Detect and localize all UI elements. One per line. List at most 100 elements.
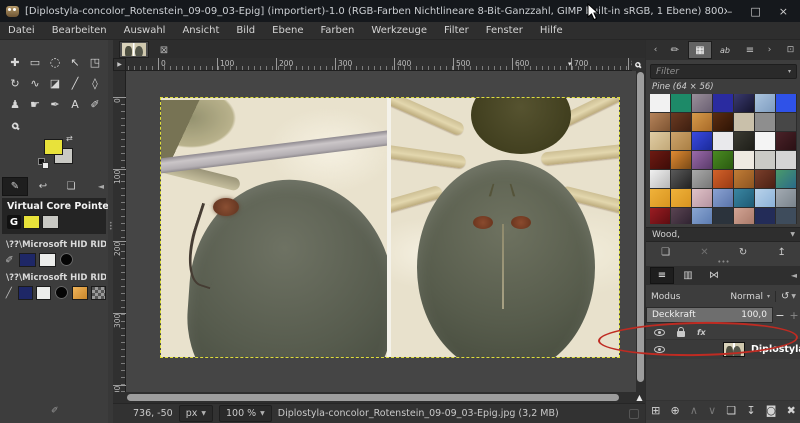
pattern-swatch[interactable] xyxy=(776,208,796,224)
pattern-swatch[interactable] xyxy=(671,208,691,224)
rectangle-select-tool[interactable]: ▭ xyxy=(25,52,45,72)
pattern-swatch[interactable] xyxy=(72,286,87,300)
pattern-swatch[interactable] xyxy=(734,189,754,207)
menu-item[interactable]: Filter xyxy=(444,25,469,36)
pattern-swatch[interactable] xyxy=(692,132,712,150)
tab-tool-options[interactable]: ✎ xyxy=(2,177,28,196)
layer-mask-button[interactable]: ◙ xyxy=(766,404,777,417)
maximize-button[interactable]: □ xyxy=(750,5,760,18)
menu-item[interactable]: Bearbeiten xyxy=(52,25,107,36)
pattern-swatch[interactable] xyxy=(713,208,733,224)
warp-tool[interactable]: ∿ xyxy=(25,73,45,93)
spider-image[interactable] xyxy=(160,97,620,358)
titlebar[interactable]: [Diplostyla-concolor_Rotenstein_09-09_03… xyxy=(0,0,800,22)
pattern-swatch[interactable] xyxy=(650,170,670,188)
new-layer-button[interactable]: ⊞ xyxy=(651,404,660,417)
pattern-swatch[interactable] xyxy=(650,189,670,207)
close-button[interactable]: × xyxy=(779,5,788,18)
vertical-scrollbar-thumb[interactable] xyxy=(637,72,644,382)
align-tool[interactable]: ↖ xyxy=(65,52,85,72)
tab-brushes[interactable]: ✏ xyxy=(663,41,687,59)
menu-item[interactable]: Fenster xyxy=(486,25,523,36)
pattern-swatch[interactable] xyxy=(734,132,754,150)
brush-tip-icon[interactable] xyxy=(59,253,76,267)
tab-patterns[interactable]: ▦ xyxy=(688,41,712,59)
pattern-swatch[interactable] xyxy=(692,189,712,207)
delete-pattern-button[interactable]: ✕ xyxy=(700,247,708,258)
pattern-swatch[interactable] xyxy=(776,151,796,169)
transform-tool[interactable]: ↻ xyxy=(5,73,25,93)
delete-layer-button[interactable]: ✖ xyxy=(787,404,796,417)
crop-tool[interactable]: ◳ xyxy=(85,52,105,72)
tab-layers[interactable]: ≡ xyxy=(650,267,674,284)
pattern-swatch[interactable] xyxy=(755,151,775,169)
opacity-slider[interactable]: Deckkraft 100,0 xyxy=(646,307,773,323)
horizontal-ruler[interactable]: 0 100 200 300 400 500 600 700 8 xyxy=(126,58,632,71)
gradient-tool[interactable]: ╱ xyxy=(65,73,85,93)
ink-tool[interactable]: ✐ xyxy=(85,94,105,114)
open-pattern-button[interactable]: ↥ xyxy=(777,247,785,258)
tab-channels[interactable]: ▥ xyxy=(676,267,700,284)
vertical-ruler[interactable]: 0 100 200 300 400 xyxy=(113,71,126,392)
pattern-swatch[interactable] xyxy=(671,113,691,131)
pattern-swatch[interactable] xyxy=(713,132,733,150)
tab-fonts[interactable]: ab xyxy=(713,41,737,59)
pattern-swatch[interactable] xyxy=(734,94,754,112)
pattern-swatch[interactable] xyxy=(671,170,691,188)
horizontal-scrollbar-thumb[interactable] xyxy=(127,394,619,401)
text-tool[interactable]: A xyxy=(65,94,85,114)
ruler-menu-button[interactable]: ▶ xyxy=(113,58,126,71)
merge-down-button[interactable]: ↧ xyxy=(746,404,755,417)
pattern-swatch[interactable] xyxy=(776,113,796,131)
new-group-button[interactable]: ⊕ xyxy=(670,404,679,417)
pattern-swatch[interactable] xyxy=(671,151,691,169)
unit-select[interactable]: px▼ xyxy=(179,405,213,422)
tabs-next-icon[interactable]: › xyxy=(763,41,776,59)
pattern-swatch[interactable] xyxy=(734,208,754,224)
menu-item[interactable]: Werkzeuge xyxy=(371,25,427,36)
mode-switch-button[interactable]: ↺ ▼ xyxy=(775,291,796,302)
paths-tool[interactable]: ✒ xyxy=(45,94,65,114)
device-fg-swatch[interactable] xyxy=(18,286,33,300)
pattern-swatch[interactable] xyxy=(671,189,691,207)
opacity-increase-button[interactable]: + xyxy=(787,309,800,322)
tab-document-history[interactable]: ≡ xyxy=(738,41,762,59)
pattern-swatch[interactable] xyxy=(650,113,670,131)
pattern-swatch[interactable] xyxy=(755,132,775,150)
menu-item[interactable]: Bild xyxy=(236,25,255,36)
pattern-swatch[interactable] xyxy=(692,208,712,224)
pattern-swatch[interactable] xyxy=(650,151,670,169)
zoom-select[interactable]: 100 %▼ xyxy=(219,405,272,422)
pattern-swatch[interactable] xyxy=(755,170,775,188)
clone-tool[interactable]: ♟ xyxy=(5,94,25,114)
selected-pattern-bar[interactable]: Wood, ▼ xyxy=(646,227,800,242)
pattern-swatch[interactable] xyxy=(713,94,733,112)
pattern-swatch[interactable] xyxy=(692,151,712,169)
minimize-button[interactable]: – xyxy=(727,5,733,18)
pattern-swatch[interactable] xyxy=(755,189,775,207)
layer-visibility-eye-icon[interactable] xyxy=(654,346,665,353)
empty-image-tab[interactable]: ⊠ xyxy=(155,42,173,58)
pattern-swatch[interactable] xyxy=(671,94,691,112)
mode-select[interactable]: Normal ▾ xyxy=(730,292,770,302)
tab-undo-history[interactable]: ↩ xyxy=(30,177,56,196)
pattern-swatch[interactable] xyxy=(650,208,670,224)
bucket-fill-tool[interactable]: ◪ xyxy=(45,73,65,93)
configure-tab-icon[interactable]: ⊡ xyxy=(783,45,798,55)
brush-tip-icon[interactable] xyxy=(54,286,69,300)
menu-item[interactable]: Ansicht xyxy=(182,25,219,36)
canvas-viewport[interactable] xyxy=(126,71,636,392)
pattern-swatch[interactable] xyxy=(734,113,754,131)
free-select-tool[interactable]: ◌ xyxy=(45,52,65,72)
device-fg-swatch[interactable] xyxy=(19,253,36,267)
collapse-dock-icon[interactable]: ◄ xyxy=(98,182,106,191)
visibility-eye-icon[interactable] xyxy=(654,329,665,336)
effects-fx-icon[interactable]: fx xyxy=(697,328,706,337)
pattern-swatch[interactable] xyxy=(776,189,796,207)
pattern-swatch[interactable] xyxy=(734,151,754,169)
pattern-swatch[interactable] xyxy=(650,94,670,112)
tab-paths[interactable]: ⋈ xyxy=(702,267,726,284)
refresh-patterns-button[interactable]: ↻ xyxy=(739,247,747,258)
navigation-icon[interactable]: ▲ xyxy=(634,392,645,403)
horizontal-scrollbar[interactable]: ▲ xyxy=(113,392,645,403)
